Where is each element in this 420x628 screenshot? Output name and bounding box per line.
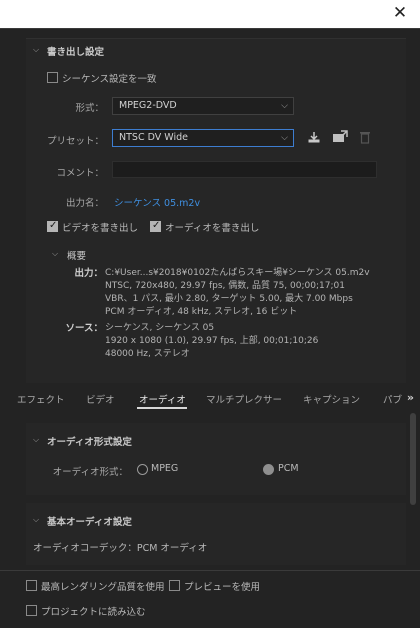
comment-label: コメント： [56, 168, 104, 179]
summary-output-line: C:¥User...s¥2018¥0102たんばらスキー場¥シーケンス 05.m… [105, 268, 370, 278]
chevron-down-icon: ⌵ [281, 133, 288, 143]
summary-output-line: VBR、1 パス, 最小 2.80, ターゲット 5.00, 最大 7.00 M… [105, 294, 353, 304]
export-video-checkbox[interactable] [47, 220, 58, 232]
tab-publish[interactable]: パブ [383, 392, 402, 406]
close-icon[interactable]: ✕ [392, 5, 408, 22]
active-tab-indicator [137, 407, 187, 409]
mpeg-radio[interactable] [137, 464, 148, 475]
use-preview-label: プレビューを使用 [184, 582, 261, 593]
summary-output-line: NTSC, 720x480, 29.97 fps, 偶数, 品質 75, 00;… [105, 281, 345, 291]
preset-label: プリセット： [46, 136, 104, 147]
max-render-quality-label: 最高レンダリング品質を使用 [41, 582, 165, 593]
import-preset-icon[interactable] [332, 130, 348, 146]
format-value: MPEG2-DVD [119, 100, 177, 111]
output-name-link[interactable]: シーケンス 05.m2v [114, 195, 200, 209]
output-name-label: 出力名： [65, 198, 104, 209]
title-bar: ✕ [0, 0, 420, 28]
chevron-down-icon[interactable]: ⌵ [33, 435, 43, 445]
export-video-label: ビデオを書き出し [62, 223, 139, 234]
chevron-down-icon[interactable]: ⌵ [33, 515, 43, 525]
tab-audio[interactable]: オーディオ [139, 392, 186, 406]
export-audio-label: オーディオを書き出し [165, 223, 260, 234]
match-sequence-label: シーケンス設定を一致 [62, 74, 157, 85]
comment-input[interactable] [112, 161, 377, 178]
audio-format-header[interactable]: オーディオ形式設定 [47, 434, 132, 448]
use-preview-checkbox[interactable] [169, 580, 180, 591]
basic-audio-header[interactable]: 基本オーディオ設定 [47, 514, 132, 528]
summary-source-label: ソース： [65, 323, 103, 334]
tab-video[interactable]: ビデオ [86, 392, 115, 406]
format-label: 形式： [75, 103, 104, 114]
format-select[interactable]: MPEG2-DVD ⌵ [112, 97, 294, 115]
preset-select[interactable]: NTSC DV Wide ⌵ [112, 129, 294, 147]
scrollbar[interactable] [410, 413, 416, 505]
chevron-down-icon: ⌵ [281, 101, 288, 111]
preset-value: NTSC DV Wide [119, 132, 188, 143]
match-sequence-checkbox[interactable] [47, 72, 58, 83]
audio-codec-text: オーディオコーデック：PCM オーディオ [33, 543, 208, 554]
summary-header[interactable]: 概要 [67, 248, 86, 262]
mpeg-radio-label: MPEG [151, 463, 179, 474]
delete-preset-icon[interactable] [357, 130, 373, 146]
pcm-radio-label: PCM [278, 463, 299, 474]
export-audio-checkbox[interactable] [150, 220, 161, 232]
chevron-down-icon[interactable]: ⌵ [52, 249, 62, 259]
tab-multiplexer[interactable]: マルチプレクサー [206, 392, 282, 406]
audio-format-label: オーディオ形式： [52, 467, 128, 478]
import-into-project-checkbox[interactable] [26, 605, 37, 616]
pcm-radio[interactable] [263, 464, 274, 475]
summary-output-label: 出力： [74, 268, 103, 279]
max-render-quality-checkbox[interactable] [26, 580, 37, 591]
export-settings-header[interactable]: 書き出し設定 [47, 44, 104, 58]
tab-more-icon[interactable]: » [407, 391, 414, 404]
basic-audio-panel [26, 503, 406, 565]
tab-captions[interactable]: キャプション [303, 392, 360, 406]
summary-source-line: シーケンス, シーケンス 05 [105, 323, 215, 333]
summary-source-line: 48000 Hz, ステレオ [105, 349, 190, 359]
chevron-down-icon[interactable]: ⌵ [33, 45, 43, 55]
summary-source-line: 1920 x 1080 (1.0), 29.97 fps, 上部, 00;01;… [105, 336, 319, 346]
import-into-project-label: プロジェクトに読み込む [41, 607, 146, 618]
tab-effect[interactable]: エフェクト [17, 392, 65, 406]
save-preset-icon[interactable] [306, 130, 322, 146]
summary-output-line: PCM オーディオ, 48 kHz, ステレオ, 16 ビット [105, 307, 298, 317]
